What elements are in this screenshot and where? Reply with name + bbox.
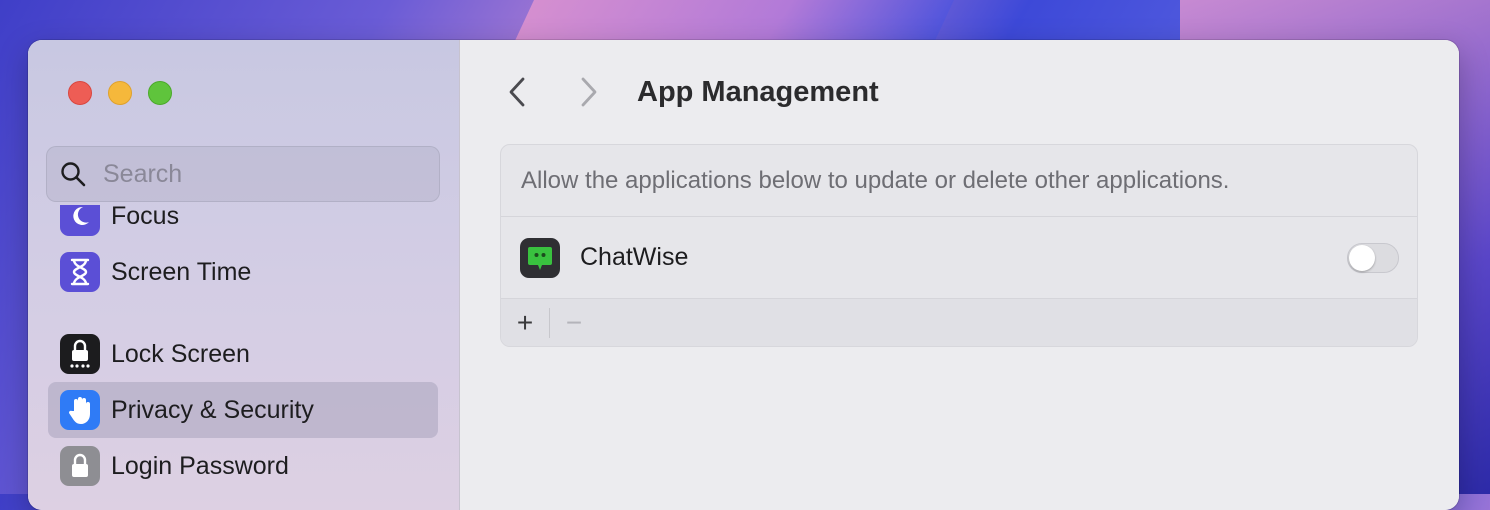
sidebar-item-focus[interactable]: Focus xyxy=(48,205,438,244)
back-button[interactable] xyxy=(502,74,532,110)
app-management-panel: Allow the applications below to update o… xyxy=(500,144,1418,347)
sidebar: Focus Screen Time Lock Screen Privacy & … xyxy=(28,40,460,510)
hourglass-icon xyxy=(60,252,100,292)
sidebar-item-label: Focus xyxy=(111,205,180,230)
page-title: App Management xyxy=(637,76,879,108)
sidebar-item-privacy-security[interactable]: Privacy & Security xyxy=(48,382,438,438)
window-controls xyxy=(68,81,172,105)
remove-app-button[interactable]: − xyxy=(550,299,598,346)
minimize-button[interactable] xyxy=(108,81,132,105)
app-toggle[interactable] xyxy=(1347,243,1399,273)
sidebar-item-label: Login Password xyxy=(111,451,289,480)
chevron-right-icon xyxy=(581,77,597,107)
sidebar-item-label: Screen Time xyxy=(111,257,252,286)
lock-screen-icon xyxy=(60,334,100,374)
sidebar-item-label: Privacy & Security xyxy=(111,395,314,424)
main-content: App Management Allow the applications be… xyxy=(460,40,1459,510)
padlock-icon xyxy=(60,446,100,486)
forward-button[interactable] xyxy=(574,74,604,110)
chatwise-icon xyxy=(520,237,560,278)
search-field[interactable] xyxy=(46,146,440,202)
hand-icon xyxy=(60,390,100,430)
panel-description: Allow the applications below to update o… xyxy=(501,145,1417,217)
chevron-left-icon xyxy=(509,77,525,107)
sidebar-item-screen-time[interactable]: Screen Time xyxy=(48,244,438,300)
sidebar-item-login-password[interactable]: Login Password xyxy=(48,438,438,494)
zoom-button[interactable] xyxy=(148,81,172,105)
sidebar-list: Focus Screen Time Lock Screen Privacy & … xyxy=(28,205,459,510)
close-button[interactable] xyxy=(68,81,92,105)
search-icon xyxy=(59,160,87,188)
sidebar-item-label: Lock Screen xyxy=(111,339,250,368)
app-row: ChatWise xyxy=(501,217,1417,299)
moon-icon xyxy=(60,205,100,236)
sidebar-item-lock-screen[interactable]: Lock Screen xyxy=(48,326,438,382)
toggle-knob xyxy=(1349,245,1375,271)
panel-footer: + − xyxy=(501,299,1417,346)
app-name: ChatWise xyxy=(580,243,689,271)
search-input[interactable] xyxy=(101,158,405,190)
settings-window: Focus Screen Time Lock Screen Privacy & … xyxy=(28,40,1459,510)
add-app-button[interactable]: + xyxy=(501,299,549,346)
